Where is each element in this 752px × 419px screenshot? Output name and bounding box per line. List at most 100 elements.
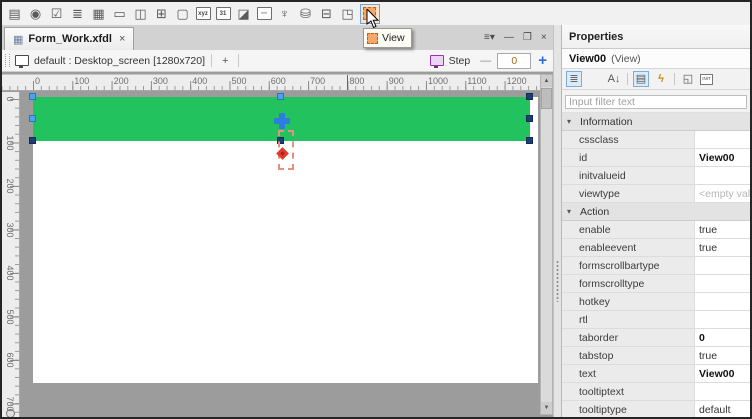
property-value[interactable]: default (695, 401, 750, 417)
property-row-tooltiptext[interactable]: tooltiptext (562, 383, 750, 401)
property-row-tabstop[interactable]: tabstoptrue (562, 347, 750, 365)
property-row-id[interactable]: idView00 (562, 149, 750, 167)
property-value[interactable]: 0 (695, 329, 750, 346)
page-icon[interactable]: ▢ (175, 6, 191, 22)
selection-handle-middle-left[interactable] (29, 115, 36, 122)
property-row-tooltiptype[interactable]: tooltiptypedefault (562, 401, 750, 417)
property-name: tooltiptext (562, 383, 695, 400)
selection-handle-bottom-right[interactable] (526, 137, 533, 144)
h-ruler-label: 1000 (428, 76, 448, 86)
edit-icon[interactable]: ▭ (112, 6, 128, 22)
vertical-scrollbar[interactable]: ▲ ▼ (540, 74, 553, 415)
sort-alpha-icon[interactable]: A↓ (606, 71, 622, 87)
image-icon[interactable]: ◪ (236, 6, 252, 22)
tab-icon[interactable]: ◫ (133, 6, 149, 22)
selection-handle-middle-right[interactable] (526, 115, 533, 122)
screen-label[interactable]: default : Desktop_screen [1280x720] (34, 55, 205, 67)
splitter-grip[interactable] (556, 260, 559, 302)
separator[interactable] (586, 71, 602, 87)
step-decrease-icon[interactable]: — (480, 55, 491, 67)
float-icon[interactable]: ❐ (523, 33, 532, 43)
property-filter-input[interactable] (565, 95, 747, 109)
panel-splitter[interactable] (553, 25, 561, 417)
property-value[interactable] (695, 311, 750, 328)
collapse-arrow-icon[interactable]: ▾ (562, 117, 580, 126)
selection-handle-bottom-left[interactable] (29, 137, 36, 144)
dataset-icon[interactable]: ⛁ (298, 6, 314, 22)
property-row-formscrollbartype[interactable]: formscrollbartype (562, 257, 750, 275)
property-value[interactable] (695, 131, 750, 148)
property-value[interactable] (695, 257, 750, 274)
selected-object-row[interactable]: View00 (View) (562, 49, 750, 69)
section-information[interactable]: ▾Information (562, 113, 750, 131)
events-view-icon[interactable]: ϟ (653, 71, 669, 87)
selection-handle-top-center[interactable] (277, 93, 284, 100)
property-row-initvalueid[interactable]: initvalueid (562, 167, 750, 185)
radio-icon[interactable]: ◉ (28, 6, 44, 22)
property-value[interactable]: true (695, 347, 750, 364)
property-name: tooltiptype (562, 401, 695, 417)
property-row-viewtype[interactable]: viewtype<empty value> (562, 185, 750, 203)
property-row-enable[interactable]: enabletrue (562, 221, 750, 239)
close-icon[interactable]: × (541, 33, 547, 43)
property-value[interactable]: View00 (695, 149, 750, 166)
add-screen-button[interactable]: + (218, 55, 232, 67)
step-increase-icon[interactable]: + (538, 53, 547, 68)
move-anchor-icon[interactable] (274, 113, 290, 129)
collapse-arrow-icon[interactable]: ▾ (562, 207, 580, 216)
scrollbar-thumb[interactable] (541, 88, 552, 109)
property-value[interactable] (695, 275, 750, 292)
section-label: Action (580, 206, 609, 218)
properties-view-icon[interactable]: ▤ (633, 71, 649, 87)
property-row-rtl[interactable]: rtl (562, 311, 750, 329)
property-row-text[interactable]: textView00 (562, 365, 750, 383)
property-row-hotkey[interactable]: hotkey (562, 293, 750, 311)
h-ruler-label: 600 (271, 76, 286, 86)
property-value[interactable]: true (695, 239, 750, 256)
tab-form-work[interactable]: ▦ Form_Work.xfdl × (4, 27, 134, 50)
popup-edit-icon[interactable]: ⊞ (154, 6, 170, 22)
property-row-taborder[interactable]: taborder0 (562, 329, 750, 347)
property-name: cssclass (562, 131, 695, 148)
checkbox-icon[interactable]: ☑ (49, 6, 65, 22)
scroll-up-icon[interactable]: ▲ (541, 75, 552, 87)
tab-list-icon[interactable]: ≡▾ (484, 33, 495, 43)
plug-icon[interactable]: ♆ (277, 6, 293, 22)
property-value[interactable]: View00 (695, 365, 750, 382)
maskedit-icon[interactable]: ⋯ (257, 7, 272, 20)
scroll-down-icon[interactable]: ▼ (541, 402, 552, 414)
property-value[interactable] (695, 293, 750, 310)
property-name: taborder (562, 329, 695, 346)
tab-close-icon[interactable]: × (119, 33, 125, 45)
form-file-icon: ▦ (13, 33, 23, 46)
init-values-icon[interactable]: INIT (700, 74, 713, 85)
textarea-icon[interactable]: xyz (196, 7, 211, 20)
property-row-cssclass[interactable]: cssclass (562, 131, 750, 149)
listbox-icon[interactable]: ≣ (70, 6, 86, 22)
property-value[interactable] (695, 167, 750, 184)
mouse-cursor (365, 9, 380, 30)
property-row-enableevent[interactable]: enableeventtrue (562, 239, 750, 257)
calendar-icon[interactable]: 31 (216, 7, 231, 20)
imageviewer-icon[interactable]: ◳ (340, 6, 356, 22)
combo-icon[interactable]: ▤ (7, 6, 23, 22)
propertyset-icon[interactable]: ⊟ (319, 6, 335, 22)
grid-icon[interactable]: ▦ (91, 6, 107, 22)
toolbar-grip[interactable] (5, 54, 10, 67)
object-name: View00 (569, 53, 606, 65)
property-value[interactable]: <empty value> (695, 185, 750, 202)
goto-control-icon[interactable]: ◱ (680, 71, 696, 87)
ide-window: ▤◉☑≣▦▭◫⊞▢xyz31◪⋯♆⛁⊟◳ ▦ Form_Work.xfdl × … (0, 0, 752, 419)
step-screen-icon[interactable] (430, 55, 444, 66)
selection-handle-top-left[interactable] (29, 93, 36, 100)
minimize-icon[interactable]: — (504, 33, 514, 43)
selection-handle-top-right[interactable] (526, 93, 533, 100)
section-action[interactable]: ▾Action (562, 203, 750, 221)
property-value[interactable]: true (695, 221, 750, 238)
step-input[interactable] (497, 53, 531, 69)
properties-toolbar: ≣ A↓ ▤ϟ ◱ INIT (562, 69, 750, 90)
property-row-formscrolltype[interactable]: formscrolltype (562, 275, 750, 293)
sort-custom-icon[interactable]: ≣ (566, 71, 582, 87)
v-ruler-label: 300 (2, 222, 18, 238)
property-value[interactable] (695, 383, 750, 400)
